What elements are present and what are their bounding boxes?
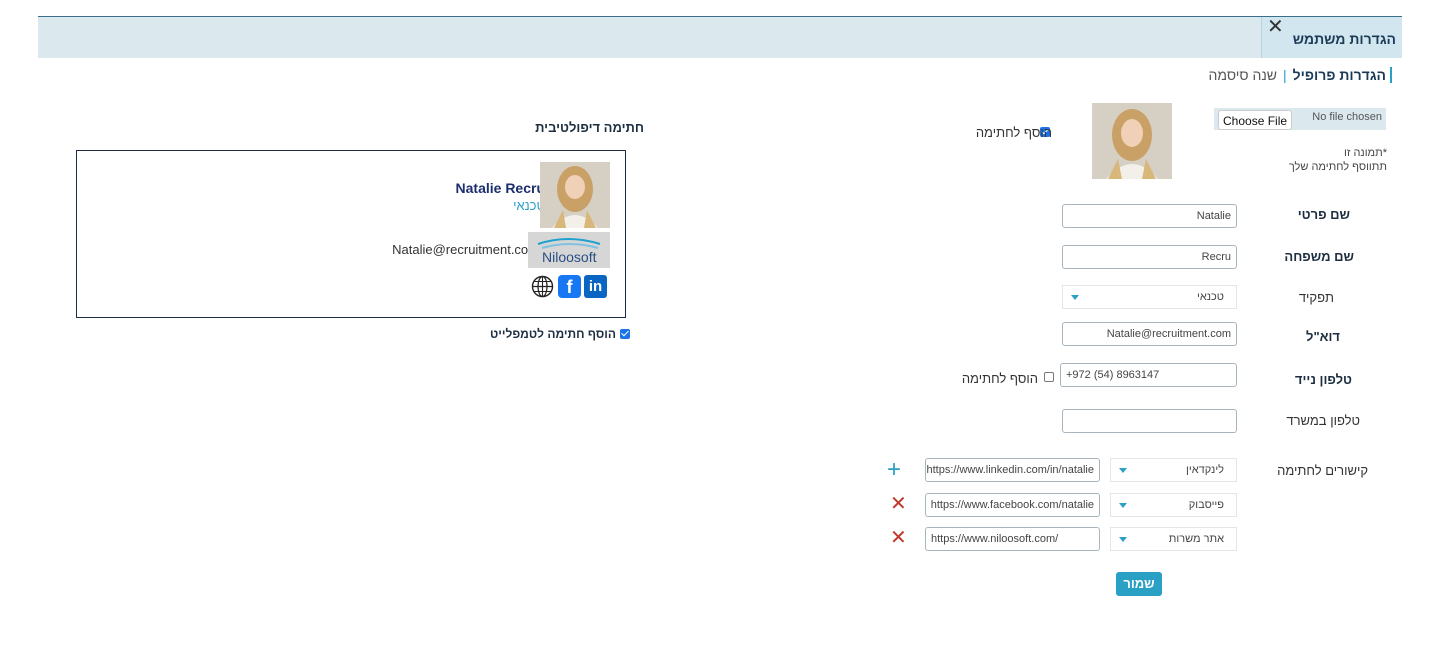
link-url-value: https://www.niloosoft.com/ bbox=[931, 533, 1059, 545]
remove-icon[interactable]: ✕ bbox=[890, 528, 907, 548]
signature-title: חתימה דיפולטיבית bbox=[535, 120, 644, 135]
first-name-label: שם פרטי bbox=[1297, 207, 1350, 222]
tab-separator: | bbox=[1283, 67, 1287, 83]
page-title: הגדרות משתמש bbox=[1292, 31, 1396, 47]
first-name-input[interactable]: Natalie bbox=[1062, 204, 1237, 228]
link-url-input-jobsite[interactable]: https://www.niloosoft.com/ bbox=[925, 527, 1100, 551]
photo-note-line1: *תמונה זו bbox=[1343, 147, 1387, 159]
link-url-value: https://www.facebook.com/natalie bbox=[930, 499, 1094, 511]
add-mobile-label: הוסף לחתימה bbox=[961, 371, 1038, 386]
link-type-select-facebook[interactable]: פייסבוק bbox=[1110, 493, 1237, 517]
add-mobile-checkbox[interactable] bbox=[1044, 372, 1054, 382]
profile-photo bbox=[1092, 103, 1172, 179]
email-label: דוא"ל bbox=[1306, 329, 1340, 344]
tab-change-password[interactable]: שנה סיסמה bbox=[1209, 67, 1278, 83]
role-value: טכנאי bbox=[1196, 291, 1224, 303]
link-url-input-linkedin[interactable]: https://www.linkedin.com/in/natalie bbox=[925, 458, 1100, 482]
link-type-select-linkedin[interactable]: לינקדאין bbox=[1110, 458, 1237, 482]
tab-profile-settings[interactable]: הגדרות פרופיל bbox=[1292, 67, 1392, 83]
link-url-value: https://www.linkedin.com/in/natalie bbox=[926, 464, 1094, 476]
link-url-input-facebook[interactable]: https://www.facebook.com/natalie bbox=[925, 493, 1100, 517]
add-photo-label: הוסף לחתימה bbox=[975, 125, 1052, 140]
role-select[interactable]: טכנאי bbox=[1062, 285, 1237, 309]
add-to-template-checkbox[interactable] bbox=[620, 329, 630, 339]
chevron-down-icon bbox=[1119, 468, 1127, 473]
chevron-down-icon bbox=[1119, 537, 1127, 542]
chevron-down-icon bbox=[1071, 295, 1079, 300]
header-tab: ✕ הגדרות משתמש bbox=[1261, 17, 1402, 58]
save-button[interactable]: שמור bbox=[1116, 572, 1162, 596]
file-upload[interactable]: Choose File No file chosen bbox=[1214, 108, 1386, 130]
add-icon[interactable]: + bbox=[887, 458, 901, 482]
link-type-value: פייסבוק bbox=[1188, 499, 1224, 511]
facebook-icon[interactable]: f bbox=[558, 275, 581, 298]
chevron-down-icon bbox=[1119, 503, 1127, 508]
header-bar: ✕ הגדרות משתמש bbox=[38, 17, 1402, 58]
office-phone-label: טלפון במשרד bbox=[1286, 413, 1360, 428]
signature-photo bbox=[540, 162, 610, 228]
email-input[interactable]: Natalie@recruitment.com bbox=[1062, 322, 1237, 346]
tab-bar: הגדרות פרופיל | שנה סיסמה bbox=[1209, 67, 1392, 83]
links-label: קישורים לחתימה bbox=[1277, 463, 1368, 478]
mobile-input[interactable]: +972 (54) 8963147 bbox=[1060, 363, 1237, 387]
file-status: No file chosen bbox=[1312, 111, 1382, 123]
choose-file-button[interactable]: Choose File bbox=[1218, 110, 1293, 130]
link-type-select-jobsite[interactable]: אתר משרות bbox=[1110, 527, 1237, 551]
close-icon[interactable]: ✕ bbox=[1267, 17, 1284, 37]
add-to-template-label: הוסף חתימה לטמפלייט bbox=[490, 327, 616, 341]
niloosoft-logo: Niloosoft bbox=[528, 232, 610, 268]
mobile-label: טלפון נייד bbox=[1294, 372, 1352, 387]
linkedin-icon[interactable]: in bbox=[584, 275, 607, 298]
last-name-input[interactable]: Recru bbox=[1062, 245, 1237, 269]
signature-name: Natalie Recru bbox=[455, 180, 545, 196]
role-label: תפקיד bbox=[1298, 290, 1334, 305]
signature-preview: Natalie Recru טכנאי Natalie@recruitment.… bbox=[76, 150, 626, 318]
last-name-label: שם משפחה bbox=[1284, 249, 1354, 264]
user-settings-panel: ✕ הגדרות משתמש הגדרות פרופיל | שנה סיסמה C… bbox=[38, 16, 1402, 661]
photo-note-line2: תתווסף לחתימה שלך bbox=[1288, 161, 1387, 173]
logo-text: Niloosoft bbox=[542, 249, 597, 265]
remove-icon[interactable]: ✕ bbox=[890, 494, 907, 514]
signature-email: Natalie@recruitment.com bbox=[392, 242, 539, 257]
link-type-value: לינקדאין bbox=[1186, 464, 1224, 476]
link-type-value: אתר משרות bbox=[1168, 533, 1224, 545]
office-phone-input[interactable] bbox=[1062, 409, 1237, 433]
globe-icon[interactable] bbox=[531, 275, 554, 298]
